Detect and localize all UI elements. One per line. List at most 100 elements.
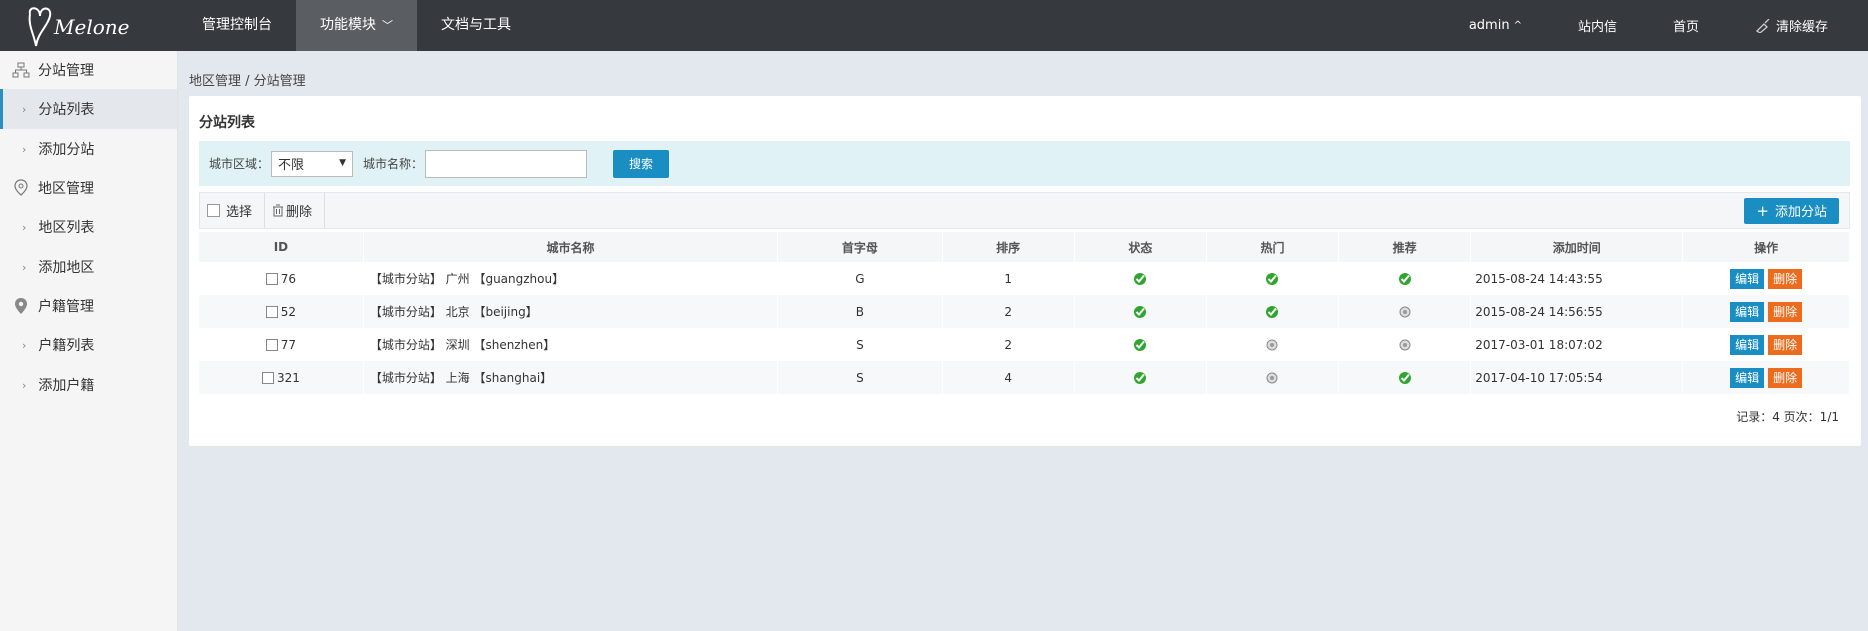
cell-recommend[interactable] [1338, 295, 1472, 328]
search-bar: 城市区域： 不限 ▼ 城市名称： 搜索 [199, 141, 1850, 186]
cell-order: 2 [942, 328, 1075, 361]
cell-city-name: 【城市分站】 深圳 【shenzhen】 [363, 328, 779, 361]
cell-add-time: 2017-04-10 17:05:54 [1470, 361, 1684, 394]
col-add-time: 添加时间 [1470, 232, 1684, 262]
delete-button[interactable]: 删除 [1768, 367, 1803, 388]
pagination-info: 记录：4 页次：1/1 [1736, 410, 1839, 424]
cell-order: 2 [942, 295, 1075, 328]
sitemap-icon [12, 62, 30, 78]
main-panel: 分站列表 城市区域： 不限 ▼ 城市名称： 搜索 选择 删除 + 添加分站 ID … [189, 96, 1861, 446]
disabled-circle-icon [1266, 372, 1278, 384]
map-pin-icon [14, 179, 28, 196]
col-actions: 操作 [1682, 232, 1850, 262]
edit-button[interactable]: 编辑 [1730, 334, 1765, 355]
edit-button[interactable]: 编辑 [1730, 367, 1765, 388]
check-icon [1398, 371, 1411, 384]
row-checkbox[interactable] [265, 339, 278, 351]
top-right-menu: admin ^ 站内信 首页 清除缓存 [1441, 0, 1868, 51]
col-hot: 热门 [1206, 232, 1340, 262]
cell-recommend[interactable] [1338, 328, 1472, 361]
plus-icon: + [1756, 201, 1769, 220]
check-icon [1398, 272, 1411, 285]
col-id: ID [199, 232, 364, 262]
delete-button[interactable]: 删除 [1768, 334, 1803, 355]
nav-dashboard[interactable]: 管理控制台 [178, 0, 296, 51]
checkbox-icon [207, 204, 220, 217]
home-link[interactable]: 首页 [1645, 16, 1727, 35]
region-label: 城市区域： [209, 157, 270, 171]
col-city-name: 城市名称 [363, 232, 779, 262]
table-row: 321 【城市分站】 上海 【shanghai】 S 4 2017-04-10 17:0… [199, 361, 1850, 394]
cell-city-name: 【城市分站】 广州 【guangzhou】 [363, 262, 779, 295]
edit-button[interactable]: 编辑 [1730, 301, 1765, 322]
sidebar-item-add-household[interactable]: › 添加户籍 [0, 365, 177, 405]
nav-docs-tools[interactable]: 文档与工具 [417, 0, 535, 51]
check-icon [1134, 371, 1147, 384]
cell-recommend[interactable] [1338, 361, 1472, 394]
sidebar-item-household-list[interactable]: › 户籍列表 [0, 325, 177, 365]
panel-title: 分站列表 [199, 115, 255, 131]
delete-button[interactable]: 删除 [1768, 301, 1803, 322]
cell-add-time: 2015-08-24 14:56:55 [1470, 295, 1684, 328]
sidebar-group-household: 户籍管理 [0, 287, 177, 325]
row-checkbox[interactable] [265, 306, 278, 318]
table-row: 52 【城市分站】 北京 【beijing】 B 2 2015-08-24 14:56:… [199, 295, 1850, 328]
nav-modules[interactable]: 功能模块 ﹀ [296, 0, 417, 51]
cell-initial: S [777, 328, 943, 361]
top-nav: 管理控制台 功能模块 ﹀ 文档与工具 [178, 0, 535, 51]
broom-icon [1755, 18, 1770, 33]
row-checkbox[interactable] [261, 372, 274, 384]
cell-id: 77 [199, 328, 364, 361]
user-menu[interactable]: admin ^ [1441, 18, 1550, 33]
logo[interactable]: Melone [0, 0, 178, 51]
delete-button[interactable]: 删除 [1768, 268, 1803, 289]
select-all-button[interactable]: 选择 [200, 193, 266, 228]
cell-recommend[interactable] [1338, 262, 1472, 295]
sidebar-item-region-list[interactable]: › 地区列表 [0, 207, 177, 247]
cell-status[interactable] [1074, 361, 1207, 394]
cell-initial: S [777, 361, 943, 394]
sidebar: 分站管理 › 分站列表 › 添加分站 地区管理 › 地区列表 › 添加地区 户籍管理 ›… [0, 51, 178, 631]
cell-hot[interactable] [1206, 328, 1340, 361]
table-toolbar: 选择 删除 + 添加分站 [199, 192, 1850, 229]
trash-icon [273, 204, 284, 217]
search-button[interactable]: 搜索 [613, 149, 670, 178]
cell-status[interactable] [1074, 262, 1207, 295]
check-icon [1134, 272, 1147, 285]
sidebar-item-substation-list[interactable]: › 分站列表 [0, 89, 177, 129]
add-substation-button[interactable]: + 添加分站 [1744, 197, 1839, 224]
messages-link[interactable]: 站内信 [1550, 16, 1645, 35]
region-select[interactable]: 不限 ▼ [271, 150, 354, 177]
clear-cache-button[interactable]: 清除缓存 [1727, 16, 1856, 35]
cell-add-time: 2015-08-24 14:43:55 [1470, 262, 1684, 295]
bulk-delete-button[interactable]: 删除 [265, 193, 326, 228]
chevron-right-icon: › [22, 338, 27, 352]
cell-hot[interactable] [1206, 262, 1340, 295]
chevron-right-icon: › [22, 260, 27, 274]
chevron-right-icon: › [22, 142, 27, 156]
row-checkbox[interactable] [265, 273, 278, 285]
cell-status[interactable] [1074, 328, 1207, 361]
table-header-row: ID 城市名称 首字母 排序 状态 热门 推荐 添加时间 操作 [199, 232, 1850, 262]
melone-logo-icon: Melone [28, 6, 129, 46]
cell-actions: 编辑 删除 [1682, 295, 1850, 328]
top-bar: Melone 管理控制台 功能模块 ﹀ 文档与工具 admin ^ 站内信 首页 清… [0, 0, 1868, 51]
sidebar-item-add-region[interactable]: › 添加地区 [0, 247, 177, 287]
cell-status[interactable] [1074, 295, 1207, 328]
substation-table: ID 城市名称 首字母 排序 状态 热门 推荐 添加时间 操作 76 【城市分站】… [199, 232, 1850, 394]
city-name-input[interactable] [425, 149, 588, 178]
cell-city-name: 【城市分站】 北京 【beijing】 [363, 295, 779, 328]
table-row: 76 【城市分站】 广州 【guangzhou】 G 1 2015-08-24 14:4… [199, 262, 1850, 295]
cell-hot[interactable] [1206, 361, 1340, 394]
city-name-label: 城市名称： [363, 157, 424, 171]
sidebar-item-add-substation[interactable]: › 添加分站 [0, 129, 177, 169]
chevron-right-icon: › [22, 378, 27, 392]
cell-actions: 编辑 删除 [1682, 262, 1850, 295]
cell-city-name: 【城市分站】 上海 【shanghai】 [363, 361, 779, 394]
chevron-down-icon: ﹀ [382, 19, 393, 32]
cell-hot[interactable] [1206, 295, 1340, 328]
cell-initial: B [777, 295, 943, 328]
check-icon [1266, 272, 1279, 285]
table-row: 77 【城市分站】 深圳 【shenzhen】 S 2 2017-03-01 18:07… [199, 328, 1850, 361]
edit-button[interactable]: 编辑 [1730, 268, 1765, 289]
